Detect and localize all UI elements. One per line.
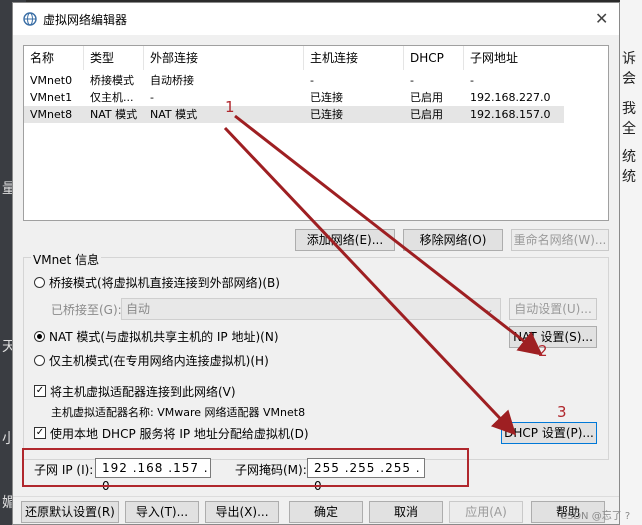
bridge-mode-radio[interactable] — [34, 277, 45, 288]
remove-network-button[interactable]: 移除网络(O) — [403, 229, 503, 251]
cell: - — [470, 74, 474, 87]
column-header[interactable]: 外部连接 — [144, 46, 304, 70]
nat-mode-radio[interactable] — [34, 331, 45, 342]
cell: - — [310, 74, 314, 87]
cell: 桥接模式 — [90, 74, 134, 87]
chevron-down-icon: ⌄ — [483, 302, 494, 316]
bg-text: 诉会 — [622, 51, 636, 87]
cell: 自动桥接 — [150, 74, 194, 87]
use-dhcp-checkbox[interactable]: ✓ — [34, 427, 46, 439]
annotation-label: 3 — [557, 403, 567, 421]
globe-icon — [23, 12, 37, 26]
hostonly-mode-radio[interactable] — [34, 355, 45, 366]
ok-button[interactable]: 确定 — [289, 501, 363, 523]
auto-settings-button[interactable]: 自动设置(U)... — [509, 298, 597, 320]
watermark-text: CSDN @忘了 ? — [560, 511, 631, 522]
cancel-button[interactable]: 取消 — [369, 501, 443, 523]
cell: VMnet8 — [30, 108, 73, 121]
bridge-mode-label[interactable]: 桥接模式(将虚拟机直接连接到外部网络)(B) — [49, 274, 280, 291]
restore-defaults-button[interactable]: 还原默认设置(R) — [21, 501, 119, 523]
title-bar: 虚拟网络编辑器 ✕ — [13, 3, 619, 35]
import-button[interactable]: 导入(T)... — [125, 501, 199, 523]
column-header[interactable]: 主机连接 — [304, 46, 404, 70]
cell: NAT 模式 — [90, 108, 138, 121]
nat-mode-label[interactable]: NAT 模式(与虚拟机共享主机的 IP 地址)(N) — [49, 328, 279, 345]
cell: NAT 模式 — [150, 108, 198, 121]
cell: 192.168.227.0 — [470, 91, 551, 104]
adapter-name-text: 主机虚拟适配器名称: VMware 网络适配器 VMnet8 — [51, 406, 306, 419]
bridged-to-label: 已桥接至(G): — [51, 303, 122, 317]
export-button[interactable]: 导出(X)... — [205, 501, 279, 523]
bridged-to-value: 自动 — [126, 302, 151, 316]
vmnet-info-label: VMnet 信息 — [31, 251, 102, 268]
rename-network-button[interactable]: 重命名网络(W)... — [511, 229, 609, 251]
cell: VMnet1 — [30, 91, 73, 104]
use-dhcp-label[interactable]: 使用本地 DHCP 服务将 IP 地址分配给虚拟机(D) — [50, 425, 309, 442]
virtual-network-editor-window: 虚拟网络编辑器 ✕ 名称 类型 外部连接 主机连接 DHCP 子网地址 VMne… — [12, 2, 620, 525]
table-row-selected[interactable]: VMnet8 NAT 模式 NAT 模式 已连接 已启用 192.168.157… — [24, 106, 564, 123]
cell: 已启用 — [410, 91, 443, 104]
subnet-highlight-box — [22, 448, 469, 487]
dhcp-settings-button[interactable]: DHCP 设置(P)... — [501, 422, 597, 444]
cell: - — [410, 74, 414, 87]
bg-text: 统统 — [622, 149, 636, 185]
column-header[interactable]: 名称 — [24, 46, 84, 70]
close-icon[interactable]: ✕ — [595, 9, 608, 28]
cell: - — [150, 91, 154, 104]
cell: 已连接 — [310, 108, 343, 121]
cell: 仅主机... — [90, 91, 134, 104]
window-title: 虚拟网络编辑器 — [43, 13, 128, 27]
column-header[interactable]: DHCP — [404, 46, 464, 70]
connect-adapter-label[interactable]: 将主机虚拟适配器连接到此网络(V) — [50, 383, 236, 400]
annotation-label: 2 — [538, 342, 548, 360]
divider — [13, 496, 619, 497]
column-header[interactable]: 类型 — [84, 46, 144, 70]
column-header[interactable]: 子网地址 — [464, 46, 564, 70]
cell: 已连接 — [310, 91, 343, 104]
cell: 已启用 — [410, 108, 443, 121]
add-network-button[interactable]: 添加网络(E)... — [295, 229, 395, 251]
apply-button[interactable]: 应用(A) — [449, 501, 523, 523]
table-row[interactable]: VMnet0 桥接模式 自动桥接 - - - — [24, 72, 564, 89]
connect-adapter-checkbox[interactable]: ✓ — [34, 385, 46, 397]
cell: 192.168.157.0 — [470, 108, 551, 121]
annotation-label: 1 — [225, 98, 235, 116]
hostonly-mode-label[interactable]: 仅主机模式(在专用网络内连接虚拟机)(H) — [49, 352, 269, 369]
cell: VMnet0 — [30, 74, 73, 87]
bridged-to-select[interactable]: 自动 ⌄ — [121, 298, 501, 320]
network-list[interactable]: 名称 类型 外部连接 主机连接 DHCP 子网地址 VMnet0 桥接模式 自动… — [23, 45, 609, 221]
table-row[interactable]: VMnet1 仅主机... - 已连接 已启用 192.168.227.0 — [24, 89, 564, 106]
nat-settings-button[interactable]: NAT 设置(S)... — [509, 326, 597, 348]
bg-text: 我全 — [622, 101, 636, 137]
